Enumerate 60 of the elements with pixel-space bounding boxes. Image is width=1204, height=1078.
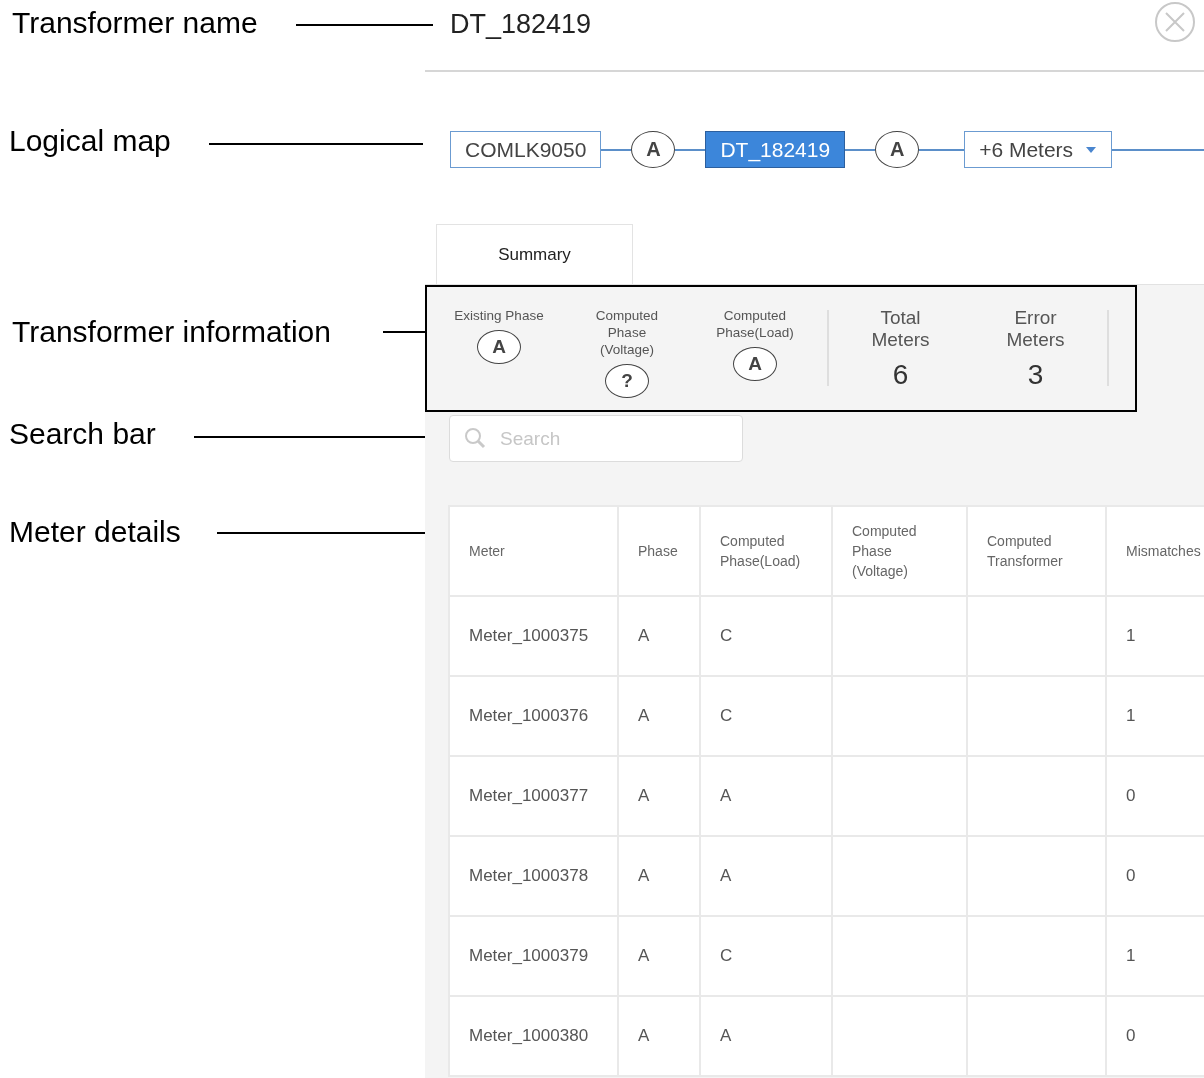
table-cell: A <box>619 677 699 755</box>
meters-dropdown[interactable]: +6 Meters <box>964 131 1113 168</box>
table-cell: A <box>619 917 699 995</box>
column-header: Meter <box>450 507 617 595</box>
table-cell: A <box>619 757 699 835</box>
connector-line <box>675 149 706 151</box>
map-node[interactable]: DT_182419 <box>705 131 846 168</box>
caret-icon <box>1085 145 1098 154</box>
annotation-label: Meter details <box>9 515 181 549</box>
stat-value: 6 <box>892 359 909 391</box>
stat-value: 3 <box>1027 359 1044 391</box>
table-cell: 0 <box>1107 757 1204 835</box>
annotation-label: Transformer information <box>12 314 331 349</box>
connector-line <box>919 149 965 151</box>
table-cell: 0 <box>1107 837 1204 915</box>
search-icon <box>464 427 488 449</box>
phase-badge: A <box>631 131 676 168</box>
table-cell: 1 <box>1107 917 1204 995</box>
annotation-label: Logical map <box>9 124 171 158</box>
map-node[interactable]: COMLK9050 <box>450 131 602 168</box>
annotation-label: Transformer name <box>12 6 258 40</box>
table-cell: Meter_1000376 <box>450 677 617 755</box>
phase-badge: A <box>733 347 777 381</box>
table-cell: 0 <box>1107 997 1204 1075</box>
table-cell: A <box>619 837 699 915</box>
phase-label: Computed Phase(Load) <box>715 307 795 341</box>
table-cell: Meter_1000375 <box>450 597 617 675</box>
table-cell: A <box>701 997 831 1075</box>
transformer-name: DT_182419 <box>450 8 592 40</box>
phase-badge: ? <box>605 364 649 398</box>
phase-label: Computed Phase (Voltage) <box>594 307 660 358</box>
connector-line <box>601 149 632 151</box>
table-cell: C <box>701 677 831 755</box>
table-cell: Meter_1000378 <box>450 837 617 915</box>
table-cell: A <box>619 997 699 1075</box>
search-field[interactable]: Search <box>449 415 743 462</box>
table-cell: Meter_1000380 <box>450 997 617 1075</box>
close-icon[interactable] <box>1154 1 1196 43</box>
phase-label: Existing Phase <box>454 307 544 324</box>
column-header: Computed Phase (Voltage) <box>833 507 966 595</box>
table-cell: Meter_1000377 <box>450 757 617 835</box>
phase-badge: A <box>477 330 521 364</box>
table-cell: A <box>701 757 831 835</box>
annotation-label: Search bar <box>9 417 156 451</box>
column-header: Computed Transformer <box>968 507 1105 595</box>
column-header: Computed Phase(Load) <box>701 507 831 595</box>
summary-tab[interactable]: Summary <box>436 224 633 284</box>
table-cell: A <box>701 837 831 915</box>
phase-badge: A <box>875 131 920 168</box>
column-header: Phase <box>619 507 699 595</box>
table-cell: C <box>701 597 831 675</box>
connector-line <box>845 149 876 151</box>
table-cell: 1 <box>1107 677 1204 755</box>
table-cell: C <box>701 917 831 995</box>
table-cell: Meter_1000379 <box>450 917 617 995</box>
column-header: Mismatches <box>1107 507 1204 595</box>
table-cell: 1 <box>1107 597 1204 675</box>
stat-label: Error Meters <box>1005 307 1066 351</box>
stat-label: Total Meters <box>870 307 931 351</box>
table-cell: A <box>619 597 699 675</box>
